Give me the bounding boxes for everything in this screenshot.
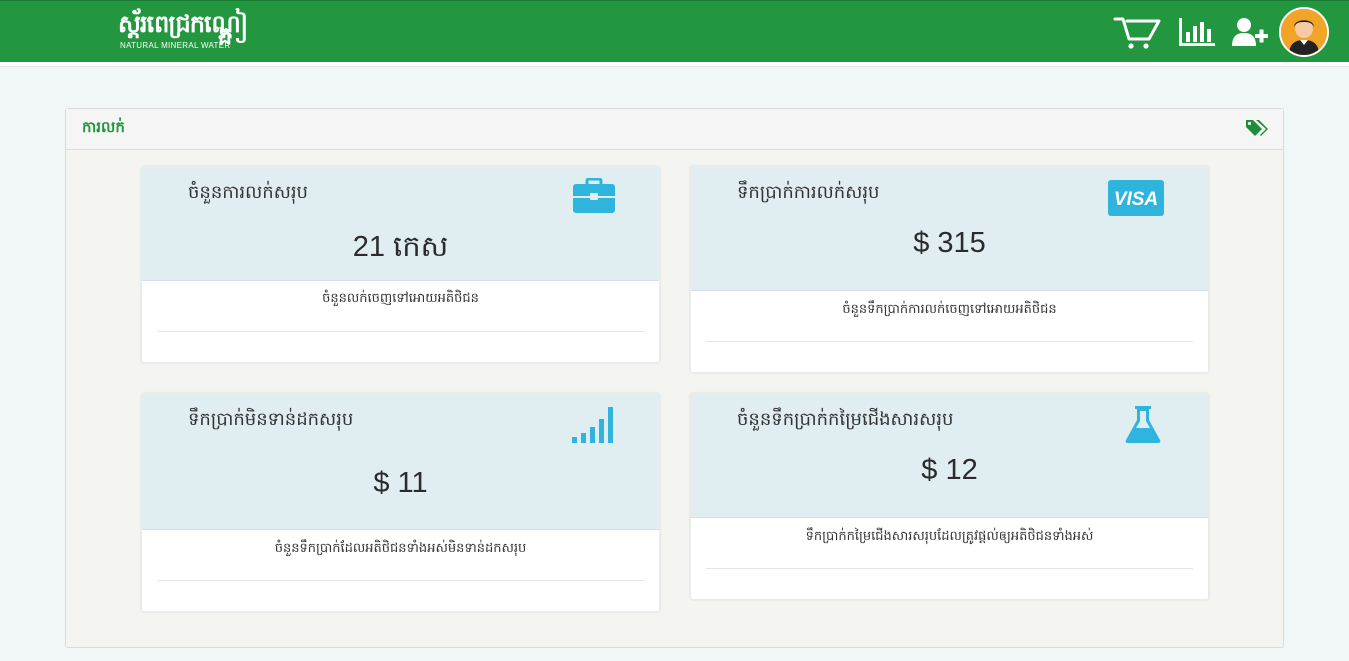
top-navbar: ស្ត័រពេជ្រកណ្តៀ ង NATURAL MINERAL WATER: [0, 0, 1349, 62]
card-divider: [706, 568, 1193, 569]
card-label: ចំនួនទឹកប្រាក់កម្រៃជើងសារសរុប: [737, 409, 954, 430]
card-header: ចំនួនការលក់សរុប 21 កេស: [142, 167, 659, 281]
brand-subtitle: NATURAL MINERAL WATER: [120, 41, 231, 50]
flask-icon: [1125, 406, 1161, 448]
unwithdrawn-amount-card: ទឹកប្រាក់មិនទាន់ដកសរុប $ 11 ចំនួនទឹកប្រា…: [141, 393, 660, 612]
tags-icon: [1245, 118, 1269, 142]
visa-icon: VISA: [1108, 180, 1164, 220]
total-sales-card: ចំនួនការលក់សរុប 21 កេស ចំនួនលក់ចេញទៅអោយអ…: [141, 166, 660, 363]
card-value: $ 11: [373, 467, 428, 499]
card-divider: [157, 331, 644, 332]
user-avatar[interactable]: [1279, 7, 1329, 57]
card-description: ចំនួនលក់ចេញទៅអោយអតិថិជន: [322, 291, 479, 306]
card-header: ទឹកប្រាក់ការលក់សរុប VISA $ 315: [691, 167, 1208, 291]
brand-name-tail: ង: [218, 24, 232, 50]
panel-header: ការលក់: [66, 109, 1283, 150]
add-user-icon[interactable]: [1232, 17, 1270, 51]
card-description: ចំនួនទឹកប្រាក់ការលក់ចេញទៅអោយអតិថិជន: [842, 302, 1057, 317]
card-value: $ 12: [921, 454, 978, 486]
card-value: 21 កេស: [352, 231, 449, 263]
total-sales-amount-card: ទឹកប្រាក់ការលក់សរុប VISA $ 315 ចំនួនទឹកប…: [690, 166, 1209, 373]
cart-icon[interactable]: [1113, 15, 1161, 55]
signal-bars-icon: [572, 406, 616, 448]
card-header: ចំនួនទឹកប្រាក់កម្រៃជើងសារសរុប $ 12: [691, 394, 1208, 518]
card-divider: [157, 580, 644, 581]
briefcase-icon: [572, 177, 616, 218]
card-description: ចំនួនទឹកប្រាក់ដែលអតិថិជនទាំងអស់មិនទាន់ដក…: [274, 541, 527, 556]
card-label: ទឹកប្រាក់ការលក់សរុប: [737, 182, 880, 203]
card-label: ទឹកប្រាក់មិនទាន់ដកសរុប: [188, 409, 354, 430]
navbar-divider: [0, 62, 1349, 67]
card-description: ទឹកប្រាក់កម្រៃជើងសារសរុបដែលត្រូវផ្តល់ឲ្យ…: [805, 529, 1094, 544]
card-divider: [706, 341, 1193, 342]
svg-text:VISA: VISA: [1114, 189, 1158, 210]
bar-chart-icon[interactable]: [1178, 16, 1216, 52]
panel-title: ការលក់: [82, 118, 125, 136]
card-header: ទឹកប្រាក់មិនទាន់ដកសរុប $ 11: [142, 394, 659, 530]
card-label: ចំនួនការលក់សរុប: [188, 182, 308, 203]
brand-logo[interactable]: ស្ត័រពេជ្រកណ្តៀ ង NATURAL MINERAL WATER: [118, 9, 248, 55]
card-value: $ 315: [913, 227, 986, 259]
sales-panel: ការលក់ ចំនួនការលក់សរុប 21 កេស ចំនួនលក់ចេ…: [65, 108, 1284, 648]
total-commission-card: ចំនួនទឹកប្រាក់កម្រៃជើងសារសរុប $ 12 ទឹកប្…: [690, 393, 1209, 600]
